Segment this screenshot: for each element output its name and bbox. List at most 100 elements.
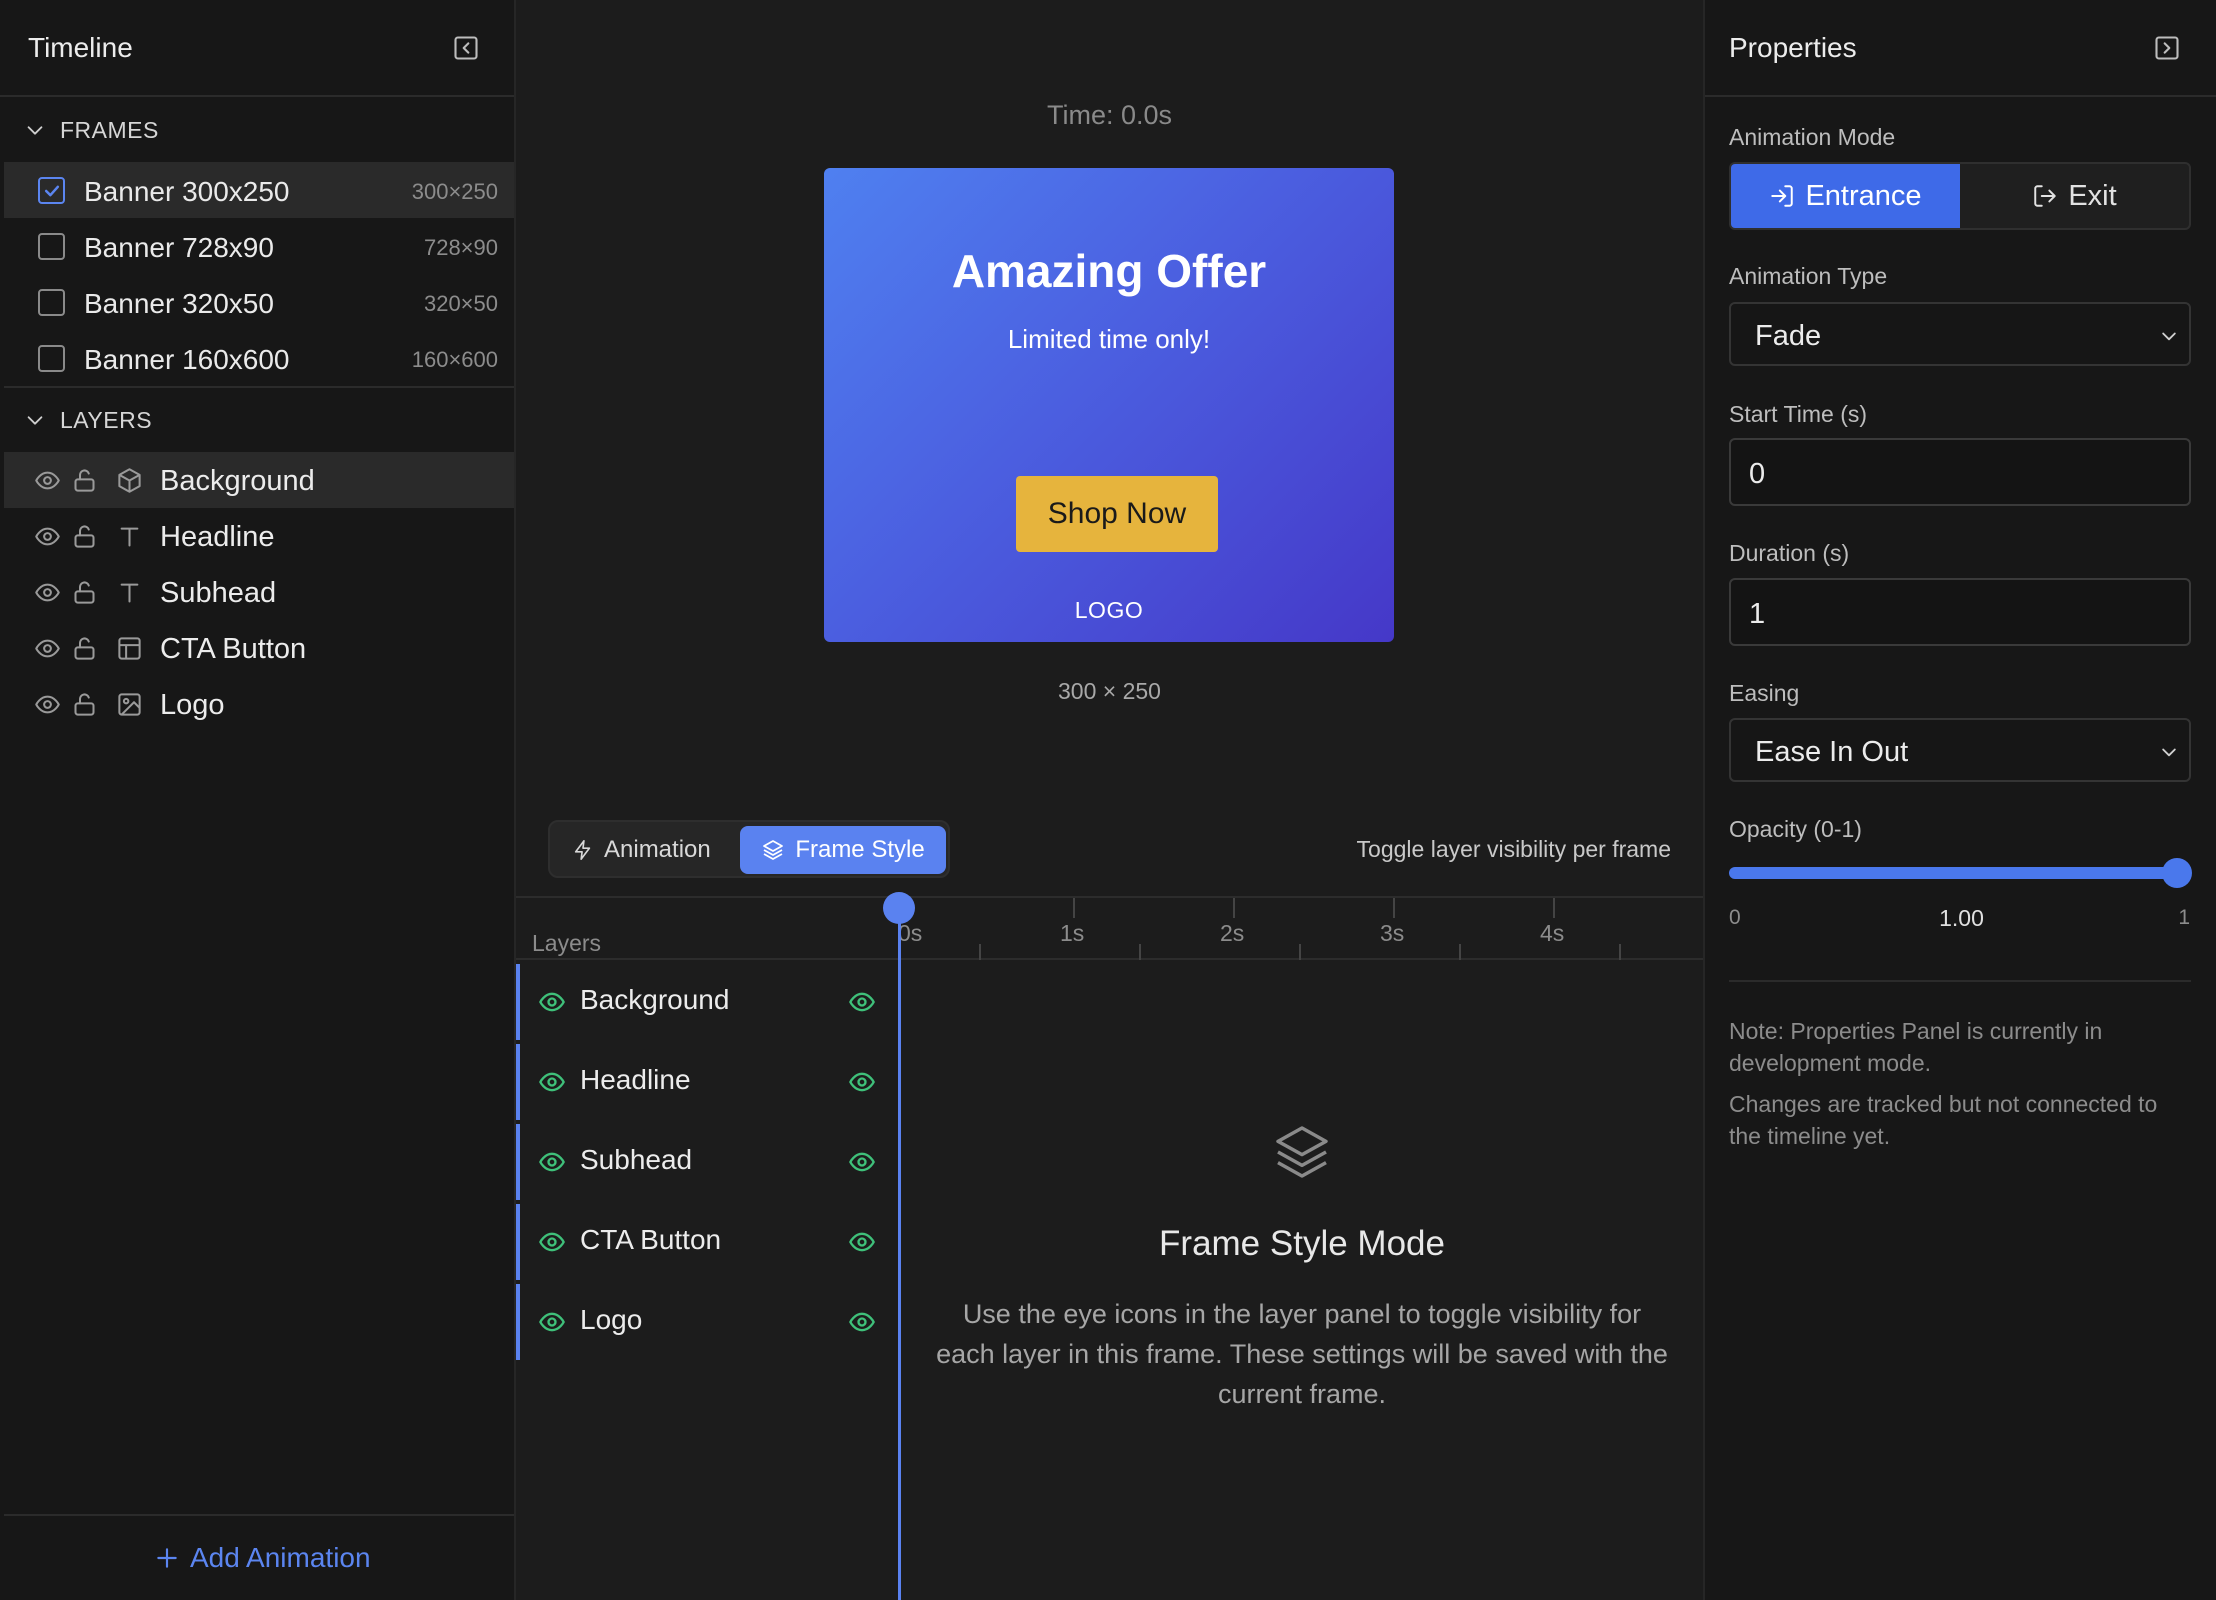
layer-item[interactable]: Headline [4, 508, 514, 564]
tick-label: 0s [898, 920, 923, 946]
tracking-note: Changes are tracked but not connected to… [1729, 1091, 2158, 1149]
visibility-toggle-icon[interactable] [848, 1228, 876, 1256]
opacity-label: Opacity (0-1) [1729, 816, 1862, 842]
frame-item[interactable]: Banner 300x250 300×250 [4, 162, 514, 218]
visibility-toggle-icon[interactable] [848, 1068, 876, 1096]
unlock-icon[interactable] [71, 523, 98, 550]
eye-icon[interactable] [538, 1068, 566, 1096]
eye-icon[interactable] [538, 1148, 566, 1176]
layers-section-header[interactable]: LAYERS [24, 400, 152, 440]
frame-name: Banner 300x250 [84, 176, 290, 207]
ruler-tick [979, 944, 981, 960]
layers-header-label: LAYERS [60, 406, 153, 433]
entrance-label: Entrance [1805, 179, 1922, 212]
frames-header-label: FRAMES [60, 116, 159, 143]
visibility-toggle-icon[interactable] [848, 1308, 876, 1336]
exit-button[interactable]: Exit [1960, 164, 2189, 228]
layer-name: CTA Button [160, 633, 307, 665]
easing-select[interactable]: Ease In Out [1729, 718, 2191, 782]
tab-animation[interactable]: Animation [572, 826, 711, 874]
tick-label: 3s [1380, 920, 1405, 946]
visibility-toggle-icon[interactable] [848, 988, 876, 1016]
eye-icon[interactable] [538, 1228, 566, 1256]
unlock-icon[interactable] [71, 467, 98, 494]
timeline-ruler[interactable]: Layers 0s 1s 2s 3s 4s [516, 898, 1703, 960]
tick-label: 2s [1220, 920, 1245, 946]
toggle-hint: Toggle layer visibility per frame [1356, 836, 1671, 862]
add-animation-button[interactable]: Add Animation [154, 1542, 371, 1574]
ruler-tick [1139, 944, 1141, 960]
banner-logo[interactable]: LOGO [824, 597, 1394, 624]
eye-icon[interactable] [34, 467, 61, 494]
easing-label: Easing [1729, 680, 1800, 706]
start-time-input[interactable]: 0 [1729, 438, 2191, 506]
ruler-tick [1553, 898, 1555, 918]
duration-input[interactable]: 1 [1729, 578, 2191, 646]
layer-item[interactable]: CTA Button [4, 620, 514, 676]
layers-icon [1270, 1120, 1334, 1184]
frame-style-mode-title: Frame Style Mode [1159, 1224, 1445, 1263]
banner-dimensions: 300 × 250 [1058, 678, 1161, 704]
unlock-icon[interactable] [71, 691, 98, 718]
banner-subhead[interactable]: Limited time only! [824, 324, 1394, 355]
time-readout: Time: 0.0s [1046, 100, 1173, 130]
layer-name: Subhead [160, 577, 277, 609]
frame-checkbox[interactable] [38, 233, 65, 260]
unlock-icon[interactable] [71, 579, 98, 606]
timeline-layer-name: CTA Button [580, 1224, 722, 1255]
layer-item[interactable]: Logo [4, 676, 514, 732]
tab-frame-style[interactable]: Frame Style [740, 826, 946, 874]
chevron-down-icon [24, 409, 46, 431]
text-icon [116, 579, 143, 606]
unlock-icon[interactable] [71, 635, 98, 662]
collapse-panel-icon[interactable] [452, 34, 480, 62]
properties-panel-header: Properties [1705, 0, 2216, 97]
animation-mode-label: Animation Mode [1729, 124, 1896, 150]
eye-icon[interactable] [538, 988, 566, 1016]
visibility-toggle-icon[interactable] [848, 1148, 876, 1176]
layer-name: Headline [160, 521, 275, 553]
eye-icon[interactable] [34, 579, 61, 606]
timeline-layer-row[interactable]: Logo [516, 1284, 900, 1360]
lightning-icon [574, 840, 591, 860]
timeline-layer-row[interactable]: CTA Button [516, 1204, 900, 1280]
layer-item[interactable]: Subhead [4, 564, 514, 620]
eye-icon[interactable] [34, 635, 61, 662]
frame-checkbox[interactable] [38, 345, 65, 372]
banner-cta-button[interactable]: Shop Now [1016, 476, 1218, 552]
eye-icon[interactable] [538, 1308, 566, 1336]
ruler-tick [1073, 898, 1075, 918]
frame-item[interactable]: Banner 160x600 160×600 [4, 330, 514, 386]
duration-label: Duration (s) [1729, 540, 1850, 566]
timeline-layer-row[interactable]: Subhead [516, 1124, 900, 1200]
animation-type-select[interactable]: Fade [1729, 302, 2191, 366]
eye-icon[interactable] [34, 523, 61, 550]
banner-preview[interactable]: Amazing Offer Limited time only! Shop No… [824, 168, 1394, 642]
ruler-tick [1459, 944, 1461, 960]
banner-headline[interactable]: Amazing Offer [824, 244, 1394, 298]
ruler-tick [1619, 944, 1621, 960]
opacity-slider-track[interactable] [1729, 867, 2185, 879]
ruler-tick [1393, 898, 1395, 918]
layer-item[interactable]: Background [4, 452, 514, 508]
section-divider [1729, 980, 2191, 982]
playhead-handle[interactable] [883, 892, 915, 924]
frame-item[interactable]: Banner 320x50 320×50 [4, 274, 514, 330]
timeline-layer-row[interactable]: Background [516, 964, 900, 1040]
layer-name: Logo [160, 689, 225, 721]
timeline-layer-row[interactable]: Headline [516, 1044, 900, 1120]
frame-item[interactable]: Banner 728x90 728×90 [4, 218, 514, 274]
frames-section-header[interactable]: FRAMES [24, 110, 159, 150]
frame-name: Banner 728x90 [84, 232, 274, 263]
layout-icon [116, 635, 143, 662]
entrance-button[interactable]: Entrance [1731, 164, 1960, 228]
opacity-slider-handle[interactable] [2162, 858, 2192, 888]
left-panel-footer: Add Animation [4, 1514, 514, 1600]
frame-checkbox[interactable] [38, 289, 65, 316]
tab-frame-style-label: Frame Style [795, 836, 925, 863]
eye-icon[interactable] [34, 691, 61, 718]
frame-checkbox[interactable] [38, 177, 65, 204]
collapse-panel-icon[interactable] [2153, 34, 2181, 62]
timeline-panel: Timeline FRAMES Banner 300x250 300×250 B… [0, 0, 516, 1600]
cube-icon [116, 467, 143, 494]
